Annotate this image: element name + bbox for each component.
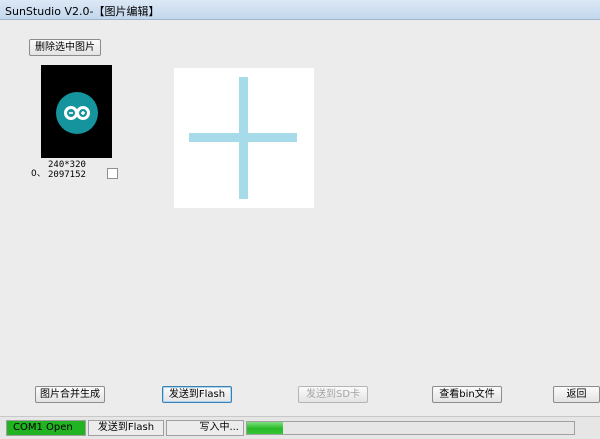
plus-icon-horizontal xyxy=(189,133,297,142)
progress-bar xyxy=(246,421,575,435)
operation-status: 发送到Flash xyxy=(88,420,164,436)
write-status: 写入中... xyxy=(166,420,244,436)
window-title: SunStudio V2.0-【图片编辑】 xyxy=(5,5,160,18)
progress-fill xyxy=(247,422,283,434)
thumbnail-size: 2097152 xyxy=(48,170,86,180)
thumbnail-info: 240*320 2097152 xyxy=(48,160,86,180)
image-preview xyxy=(174,68,314,208)
status-bar: COM1 Open 发送到Flash 写入中... xyxy=(0,416,600,439)
infinity-logo-icon xyxy=(56,92,98,134)
thumbnail-resolution: 240*320 xyxy=(48,160,86,170)
thumbnail-index: 0、 xyxy=(31,169,46,179)
thumbnail-select-checkbox[interactable] xyxy=(107,168,118,179)
com-status: COM1 Open xyxy=(6,420,86,436)
image-thumbnail[interactable] xyxy=(41,65,112,158)
image-editor-panel: 删除选中图片 0、 240*320 2097152 图片合并生成 发送到Flas… xyxy=(0,20,600,416)
send-to-sd-button[interactable]: 发送到SD卡 xyxy=(298,386,368,403)
back-button[interactable]: 返回 xyxy=(553,386,600,403)
send-to-flash-button[interactable]: 发送到Flash xyxy=(162,386,232,403)
delete-selected-button[interactable]: 删除选中图片 xyxy=(29,39,101,56)
merge-generate-button[interactable]: 图片合并生成 xyxy=(35,386,105,403)
view-bin-button[interactable]: 查看bin文件 xyxy=(432,386,502,403)
title-bar: SunStudio V2.0-【图片编辑】 xyxy=(0,0,600,20)
